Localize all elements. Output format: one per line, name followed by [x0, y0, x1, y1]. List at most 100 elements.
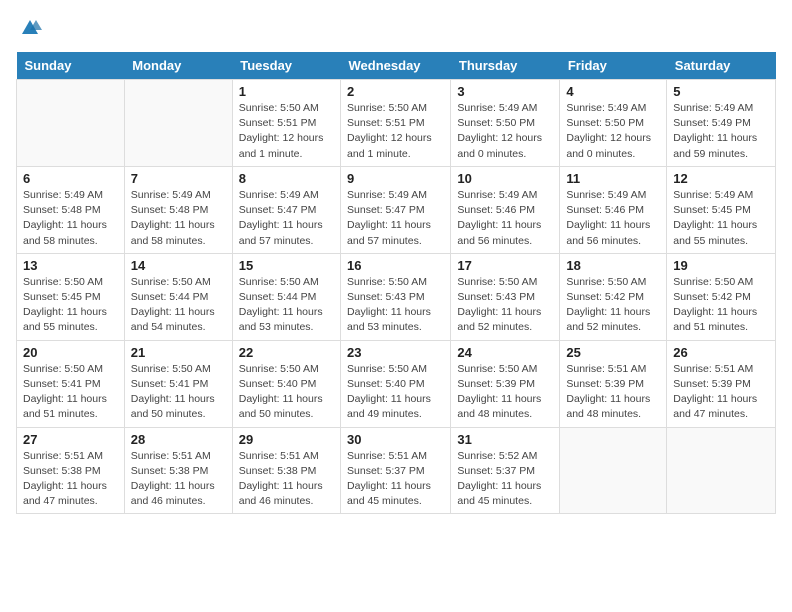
day-detail: Sunrise: 5:51 AMSunset: 5:39 PMDaylight:…: [566, 362, 660, 423]
day-detail: Sunrise: 5:50 AMSunset: 5:42 PMDaylight:…: [673, 275, 769, 336]
day-detail: Sunrise: 5:51 AMSunset: 5:37 PMDaylight:…: [347, 449, 444, 510]
day-detail: Sunrise: 5:51 AMSunset: 5:38 PMDaylight:…: [239, 449, 334, 510]
day-number: 31: [457, 432, 553, 447]
day-detail: Sunrise: 5:49 AMSunset: 5:45 PMDaylight:…: [673, 188, 769, 249]
day-number: 17: [457, 258, 553, 273]
day-detail: Sunrise: 5:49 AMSunset: 5:46 PMDaylight:…: [566, 188, 660, 249]
day-detail: Sunrise: 5:49 AMSunset: 5:48 PMDaylight:…: [23, 188, 118, 249]
day-number: 30: [347, 432, 444, 447]
day-number: 18: [566, 258, 660, 273]
calendar-cell: [560, 427, 667, 514]
calendar-cell: 9 Sunrise: 5:49 AMSunset: 5:47 PMDaylight…: [341, 166, 451, 253]
day-number: 1: [239, 84, 334, 99]
calendar-table: SundayMondayTuesdayWednesdayThursdayFrid…: [16, 52, 776, 514]
day-detail: Sunrise: 5:50 AMSunset: 5:40 PMDaylight:…: [239, 362, 334, 423]
day-number: 28: [131, 432, 226, 447]
calendar-cell: 3 Sunrise: 5:49 AMSunset: 5:50 PMDaylight…: [451, 80, 560, 167]
day-detail: Sunrise: 5:51 AMSunset: 5:38 PMDaylight:…: [131, 449, 226, 510]
day-number: 27: [23, 432, 118, 447]
calendar-cell: 4 Sunrise: 5:49 AMSunset: 5:50 PMDaylight…: [560, 80, 667, 167]
day-number: 9: [347, 171, 444, 186]
day-number: 11: [566, 171, 660, 186]
day-number: 22: [239, 345, 334, 360]
calendar-cell: 26Sunrise: 5:51 AMSunset: 5:39 PMDayligh…: [667, 340, 776, 427]
day-number: 29: [239, 432, 334, 447]
calendar-cell: 12 Sunrise: 5:49 AMSunset: 5:45 PMDayligh…: [667, 166, 776, 253]
calendar-cell: 11 Sunrise: 5:49 AMSunset: 5:46 PMDayligh…: [560, 166, 667, 253]
calendar-cell: 27 Sunrise: 5:51 AMSunset: 5:38 PMDayligh…: [17, 427, 125, 514]
calendar-cell: 10 Sunrise: 5:49 AMSunset: 5:46 PMDayligh…: [451, 166, 560, 253]
day-number: 2: [347, 84, 444, 99]
calendar-cell: [17, 80, 125, 167]
day-detail: Sunrise: 5:50 AMSunset: 5:44 PMDaylight:…: [131, 275, 226, 336]
day-detail: Sunrise: 5:50 AMSunset: 5:42 PMDaylight:…: [566, 275, 660, 336]
calendar-week-3: 20 Sunrise: 5:50 AMSunset: 5:41 PMDayligh…: [17, 340, 776, 427]
calendar-cell: 21 Sunrise: 5:50 AMSunset: 5:41 PMDayligh…: [124, 340, 232, 427]
calendar-cell: 5 Sunrise: 5:49 AMSunset: 5:49 PMDaylight…: [667, 80, 776, 167]
day-detail: Sunrise: 5:50 AMSunset: 5:39 PMDaylight:…: [457, 362, 553, 423]
day-detail: Sunrise: 5:50 AMSunset: 5:41 PMDaylight:…: [23, 362, 118, 423]
day-detail: Sunrise: 5:50 AMSunset: 5:45 PMDaylight:…: [23, 275, 118, 336]
logo: [16, 16, 42, 40]
day-detail: Sunrise: 5:49 AMSunset: 5:50 PMDaylight:…: [566, 101, 660, 162]
day-number: 25: [566, 345, 660, 360]
day-detail: Sunrise: 5:49 AMSunset: 5:47 PMDaylight:…: [239, 188, 334, 249]
day-number: 5: [673, 84, 769, 99]
calendar-body: 1 Sunrise: 5:50 AMSunset: 5:51 PMDaylight…: [17, 80, 776, 514]
day-detail: Sunrise: 5:50 AMSunset: 5:44 PMDaylight:…: [239, 275, 334, 336]
calendar-cell: 19 Sunrise: 5:50 AMSunset: 5:42 PMDayligh…: [667, 253, 776, 340]
day-header-monday: Monday: [124, 52, 232, 80]
calendar-cell: 28 Sunrise: 5:51 AMSunset: 5:38 PMDayligh…: [124, 427, 232, 514]
calendar-cell: 18 Sunrise: 5:50 AMSunset: 5:42 PMDayligh…: [560, 253, 667, 340]
day-detail: Sunrise: 5:49 AMSunset: 5:47 PMDaylight:…: [347, 188, 444, 249]
calendar-cell: 31 Sunrise: 5:52 AMSunset: 5:37 PMDayligh…: [451, 427, 560, 514]
day-number: 12: [673, 171, 769, 186]
calendar-cell: 2 Sunrise: 5:50 AMSunset: 5:51 PMDaylight…: [341, 80, 451, 167]
day-number: 20: [23, 345, 118, 360]
day-detail: Sunrise: 5:49 AMSunset: 5:49 PMDaylight:…: [673, 101, 769, 162]
calendar-cell: 24 Sunrise: 5:50 AMSunset: 5:39 PMDayligh…: [451, 340, 560, 427]
day-detail: Sunrise: 5:50 AMSunset: 5:51 PMDaylight:…: [239, 101, 334, 162]
day-header-thursday: Thursday: [451, 52, 560, 80]
page-header: [16, 16, 776, 40]
calendar-cell: 6Sunrise: 5:49 AMSunset: 5:48 PMDaylight…: [17, 166, 125, 253]
calendar-cell: 8Sunrise: 5:49 AMSunset: 5:47 PMDaylight…: [232, 166, 340, 253]
calendar-cell: 17 Sunrise: 5:50 AMSunset: 5:43 PMDayligh…: [451, 253, 560, 340]
day-detail: Sunrise: 5:50 AMSunset: 5:41 PMDaylight:…: [131, 362, 226, 423]
day-number: 14: [131, 258, 226, 273]
day-number: 21: [131, 345, 226, 360]
calendar-cell: 23 Sunrise: 5:50 AMSunset: 5:40 PMDayligh…: [341, 340, 451, 427]
day-detail: Sunrise: 5:50 AMSunset: 5:51 PMDaylight:…: [347, 101, 444, 162]
day-detail: Sunrise: 5:50 AMSunset: 5:43 PMDaylight:…: [457, 275, 553, 336]
calendar-cell: 14 Sunrise: 5:50 AMSunset: 5:44 PMDayligh…: [124, 253, 232, 340]
calendar-cell: 20 Sunrise: 5:50 AMSunset: 5:41 PMDayligh…: [17, 340, 125, 427]
day-header-saturday: Saturday: [667, 52, 776, 80]
calendar-week-1: 6Sunrise: 5:49 AMSunset: 5:48 PMDaylight…: [17, 166, 776, 253]
day-number: 19: [673, 258, 769, 273]
day-detail: Sunrise: 5:51 AMSunset: 5:39 PMDaylight:…: [673, 362, 769, 423]
calendar-cell: 29 Sunrise: 5:51 AMSunset: 5:38 PMDayligh…: [232, 427, 340, 514]
day-detail: Sunrise: 5:49 AMSunset: 5:46 PMDaylight:…: [457, 188, 553, 249]
day-detail: Sunrise: 5:50 AMSunset: 5:43 PMDaylight:…: [347, 275, 444, 336]
calendar-week-4: 27 Sunrise: 5:51 AMSunset: 5:38 PMDayligh…: [17, 427, 776, 514]
day-detail: Sunrise: 5:50 AMSunset: 5:40 PMDaylight:…: [347, 362, 444, 423]
calendar-week-2: 13Sunrise: 5:50 AMSunset: 5:45 PMDayligh…: [17, 253, 776, 340]
day-number: 24: [457, 345, 553, 360]
day-number: 16: [347, 258, 444, 273]
day-number: 7: [131, 171, 226, 186]
day-number: 3: [457, 84, 553, 99]
day-number: 23: [347, 345, 444, 360]
day-number: 4: [566, 84, 660, 99]
day-detail: Sunrise: 5:49 AMSunset: 5:50 PMDaylight:…: [457, 101, 553, 162]
calendar-cell: [124, 80, 232, 167]
day-number: 10: [457, 171, 553, 186]
day-detail: Sunrise: 5:51 AMSunset: 5:38 PMDaylight:…: [23, 449, 118, 510]
day-detail: Sunrise: 5:52 AMSunset: 5:37 PMDaylight:…: [457, 449, 553, 510]
calendar-cell: 7Sunrise: 5:49 AMSunset: 5:48 PMDaylight…: [124, 166, 232, 253]
calendar-header-row: SundayMondayTuesdayWednesdayThursdayFrid…: [17, 52, 776, 80]
day-header-tuesday: Tuesday: [232, 52, 340, 80]
calendar-cell: 16 Sunrise: 5:50 AMSunset: 5:43 PMDayligh…: [341, 253, 451, 340]
day-header-wednesday: Wednesday: [341, 52, 451, 80]
calendar-cell: 25 Sunrise: 5:51 AMSunset: 5:39 PMDayligh…: [560, 340, 667, 427]
calendar-cell: 30 Sunrise: 5:51 AMSunset: 5:37 PMDayligh…: [341, 427, 451, 514]
